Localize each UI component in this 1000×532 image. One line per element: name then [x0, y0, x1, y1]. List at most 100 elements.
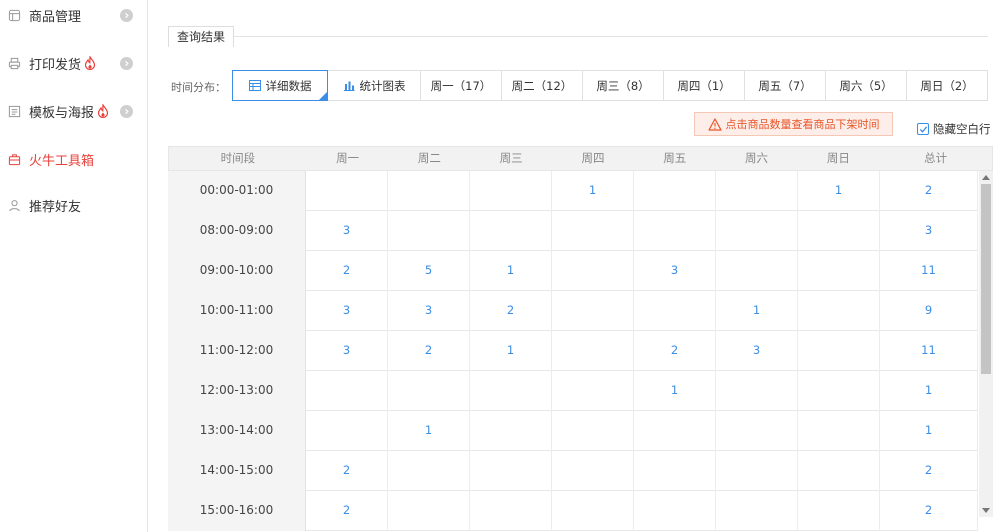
table-scrollbar[interactable]: [979, 171, 993, 517]
check-icon: [919, 125, 927, 133]
count-cell[interactable]: 1: [388, 411, 470, 451]
count-cell[interactable]: 2: [470, 291, 552, 331]
tab-7[interactable]: 周六（5）: [825, 70, 907, 101]
sidebar-item-label: 商品管理: [29, 9, 82, 25]
tab-label: 周一（17）: [430, 78, 492, 93]
count-cell[interactable]: 3: [306, 331, 388, 371]
count-cell[interactable]: 11: [880, 251, 978, 291]
count-cell[interactable]: 1: [552, 171, 634, 211]
sidebar-item-1[interactable]: 打印发货: [0, 48, 147, 78]
count-cell[interactable]: 9: [880, 291, 978, 331]
table-row: 12:00-13:00 1 1: [168, 371, 978, 411]
table-icon: [248, 80, 261, 91]
count-cell: [306, 171, 388, 211]
count-cell: [716, 251, 798, 291]
count-cell[interactable]: 3: [716, 331, 798, 371]
main-panel: 查询结果 时间分布： 详细数据 统计图表 周一（17） 周二（12） 周三（8） 周四（1…: [148, 0, 1000, 532]
column-header: 时间段: [220, 151, 256, 165]
table-row: 10:00-11:00 3 3 2 1 9: [168, 291, 978, 331]
count-cell[interactable]: 3: [634, 251, 716, 291]
count-cell: [552, 211, 634, 251]
tab-4[interactable]: 周三（8）: [582, 70, 664, 101]
count-cell[interactable]: 2: [880, 451, 978, 491]
count-cell[interactable]: 1: [470, 251, 552, 291]
sidebar-item-4[interactable]: 推荐好友: [0, 190, 147, 220]
tab-2[interactable]: 周一（17）: [420, 70, 502, 101]
count-cell[interactable]: 1: [880, 371, 978, 411]
count-cell: [552, 411, 634, 451]
printer-icon: [7, 56, 21, 70]
time-slot-cell: 08:00-09:00: [168, 211, 306, 251]
count-cell[interactable]: 2: [306, 491, 388, 531]
count-cell[interactable]: 11: [880, 331, 978, 371]
tab-8[interactable]: 周日（2）: [906, 70, 988, 101]
tab-label: 周六（5）: [839, 78, 893, 93]
count-cell: [634, 171, 716, 211]
time-slot-cell: 09:00-10:00: [168, 251, 306, 291]
scroll-up-arrow[interactable]: [982, 175, 990, 180]
sidebar-item-3[interactable]: 火牛工具箱: [0, 144, 147, 174]
sidebar-item-label: 火牛工具箱: [29, 153, 95, 169]
hide-empty-rows-toggle[interactable]: 隐藏空白行: [917, 121, 991, 137]
table-row: 08:00-09:00 3 3: [168, 211, 978, 251]
count-cell[interactable]: 1: [798, 171, 880, 211]
count-cell[interactable]: 1: [880, 411, 978, 451]
count-cell[interactable]: 2: [306, 451, 388, 491]
result-table: 时间段 周一 周二 周三 周四 周五 周六 周日 总计 00:00-01:00 1 1 2 08:00-…: [168, 146, 993, 532]
tab-5[interactable]: 周四（1）: [663, 70, 745, 101]
count-cell: [798, 451, 880, 491]
count-cell: [388, 491, 470, 531]
column-header: 周五: [663, 151, 687, 165]
sidebar-item-label: 打印发货: [29, 57, 82, 73]
count-cell[interactable]: 2: [880, 491, 978, 531]
count-cell: [634, 491, 716, 531]
count-cell: [634, 451, 716, 491]
count-cell[interactable]: 2: [880, 171, 978, 211]
tab-6[interactable]: 周五（7）: [744, 70, 826, 101]
count-cell[interactable]: 3: [388, 291, 470, 331]
count-cell[interactable]: 3: [880, 211, 978, 251]
tab-0[interactable]: 详细数据: [232, 70, 328, 101]
count-cell[interactable]: 1: [634, 371, 716, 411]
count-cell[interactable]: 3: [306, 291, 388, 331]
count-cell[interactable]: 1: [716, 291, 798, 331]
count-cell[interactable]: 5: [388, 251, 470, 291]
table-header: 时间段 周一 周二 周三 周四 周五 周六 周日 总计: [168, 146, 993, 171]
section-divider: [168, 36, 988, 37]
table-body: 00:00-01:00 1 1 2 08:00-09:00 3 3 09:00-10:00 2 5…: [168, 171, 978, 531]
section-title[interactable]: 查询结果: [168, 26, 235, 47]
scroll-down-arrow[interactable]: [982, 508, 990, 513]
count-cell: [552, 291, 634, 331]
count-cell[interactable]: 1: [470, 331, 552, 371]
count-cell: [798, 211, 880, 251]
time-slot-cell: 13:00-14:00: [168, 411, 306, 451]
notice-text: 点击商品数量查看商品下架时间: [725, 118, 880, 131]
count-cell[interactable]: 2: [388, 331, 470, 371]
column-header: 周一: [336, 151, 360, 165]
hot-flame-icon: [97, 104, 109, 118]
tab-label: 周三（8）: [596, 78, 650, 93]
tab-3[interactable]: 周二（12）: [501, 70, 583, 101]
sidebar-item-2[interactable]: 模板与海报: [0, 96, 147, 126]
scroll-thumb[interactable]: [981, 184, 991, 374]
tab-label: 周二（12）: [511, 78, 573, 93]
count-cell[interactable]: 2: [634, 331, 716, 371]
count-cell[interactable]: 3: [306, 211, 388, 251]
count-cell[interactable]: 2: [306, 251, 388, 291]
tab-label: 周五（7）: [758, 78, 812, 93]
checkbox[interactable]: [917, 123, 929, 135]
notice-banner[interactable]: 点击商品数量查看商品下架时间: [694, 112, 893, 136]
tab-1[interactable]: 统计图表: [327, 70, 421, 101]
count-cell: [798, 491, 880, 531]
count-cell: [634, 291, 716, 331]
chevron-right-icon[interactable]: [120, 8, 133, 22]
chevron-right-icon[interactable]: [120, 104, 133, 118]
count-cell: [716, 491, 798, 531]
warning-icon: [707, 117, 722, 131]
count-cell: [552, 331, 634, 371]
hide-empty-label: 隐藏空白行: [933, 122, 991, 136]
sidebar-item-0[interactable]: 商品管理: [0, 0, 147, 30]
count-cell: [798, 251, 880, 291]
bar-chart-icon: [343, 80, 355, 91]
chevron-right-icon[interactable]: [120, 56, 133, 70]
